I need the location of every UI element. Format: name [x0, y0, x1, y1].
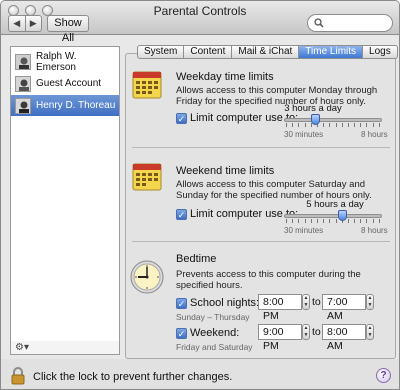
divider — [132, 147, 390, 148]
to-label: to — [312, 326, 321, 338]
tab-content[interactable]: Content — [184, 46, 233, 58]
weekday-limit-checkbox[interactable]: ✓ — [176, 113, 187, 124]
school-nights-checkbox[interactable]: ✓ — [176, 298, 187, 309]
weekday-title: Weekday time limits — [176, 71, 274, 83]
tab-time-limits[interactable]: Time Limits — [299, 46, 364, 58]
time-limits-panel: Weekday time limits Allows access to thi… — [125, 53, 396, 359]
weekend-title: Weekend time limits — [176, 165, 275, 177]
user-name: Henry D. Thoreau — [36, 100, 116, 111]
calendar-icon — [132, 163, 162, 191]
school-nights-days: Sunday – Thursday — [176, 312, 250, 322]
weekend-slider-track[interactable] — [284, 214, 382, 218]
school-nights-start-stepper[interactable]: ▲ ▼ — [302, 294, 310, 310]
user-item-ralph[interactable]: Ralph W. Emerson — [11, 50, 119, 73]
back-forward-buttons: ◀ ▶ — [8, 15, 42, 32]
weekend-bedtime-days: Friday and Saturday — [176, 342, 253, 352]
weekend-limit-checkbox[interactable]: ✓ — [176, 209, 187, 220]
user-name: Ralph W. Emerson — [35, 50, 77, 73]
back-button[interactable]: ◀ — [9, 16, 26, 31]
user-avatar-icon — [15, 97, 31, 114]
tab-logs[interactable]: Logs — [363, 46, 397, 58]
title-bar: Parental Controls ◀ ▶ Show All — [1, 1, 399, 44]
user-avatar-icon — [15, 53, 31, 70]
user-item-guest[interactable]: Guest Account — [11, 73, 119, 94]
weekday-slider-knob[interactable] — [311, 114, 321, 125]
parental-controls-window: Parental Controls ◀ ▶ Show All Ralph W. … — [0, 0, 400, 390]
weekend-slider-ticks — [286, 219, 380, 223]
weekday-min-label: 30 minutes — [284, 130, 324, 139]
to-label: to — [312, 296, 321, 308]
weekend-bedtime-checkbox[interactable]: ✓ — [176, 328, 187, 339]
bedtime-title: Bedtime — [176, 253, 217, 265]
show-all-button[interactable]: Show All — [47, 15, 89, 44]
weekday-slider-track[interactable] — [284, 118, 382, 122]
weekend-min-label: 30 minutes — [284, 226, 324, 235]
help-button[interactable]: ? — [376, 368, 391, 383]
forward-button[interactable]: ▶ — [26, 16, 42, 31]
weekend-description: Allows access to this computer Saturday … — [176, 179, 372, 201]
lock-message: Click the lock to prevent further change… — [33, 371, 233, 383]
clock-icon — [130, 260, 164, 294]
weekend-max-label: 8 hours — [361, 226, 388, 235]
weekend-bedtime-label: Weekend: — [190, 327, 240, 339]
weekend-end-stepper[interactable]: ▲ ▼ — [366, 324, 374, 340]
weekday-max-label: 8 hours — [361, 130, 388, 139]
gear-icon[interactable]: ⚙▾ — [15, 342, 29, 353]
weekend-limit-label: Limit computer use to: — [190, 208, 299, 220]
weekday-hours-value: 3 hours a day — [284, 103, 342, 114]
weekend-slider-knob[interactable] — [337, 210, 347, 221]
user-list: Ralph W. Emerson Guest Account Henry D. … — [10, 46, 120, 346]
weekend-hours-value: 5 hours a day — [306, 199, 364, 210]
weekend-end-time[interactable]: 8:00 AM — [322, 324, 366, 352]
weekend-start-stepper[interactable]: ▲ ▼ — [302, 324, 310, 340]
user-list-footer: ⚙▾ — [10, 341, 120, 355]
user-avatar-icon — [15, 75, 31, 92]
school-nights-end-time[interactable]: 7:00 AM — [322, 294, 366, 322]
divider — [132, 241, 390, 242]
search-icon — [314, 18, 324, 28]
bottom-bar: Click the lock to prevent further change… — [1, 359, 399, 389]
tab-bar: System Content Mail & iChat Time Limits … — [137, 45, 398, 59]
calendar-icon — [132, 71, 162, 99]
lock-icon[interactable] — [11, 367, 25, 385]
weekday-slider-ticks — [286, 123, 380, 127]
weekend-start-time[interactable]: 9:00 PM — [258, 324, 302, 352]
search-field[interactable] — [307, 14, 393, 32]
tab-mail-ichat[interactable]: Mail & iChat — [232, 46, 300, 58]
school-nights-label: School nights: — [190, 297, 260, 309]
user-name: Guest Account — [36, 78, 102, 89]
tab-system[interactable]: System — [138, 46, 185, 58]
bedtime-description: Prevents access to this computer during … — [176, 269, 361, 291]
user-item-henry[interactable]: Henry D. Thoreau — [11, 95, 119, 116]
school-nights-end-stepper[interactable]: ▲ ▼ — [366, 294, 374, 310]
school-nights-start-time[interactable]: 8:00 PM — [258, 294, 302, 322]
